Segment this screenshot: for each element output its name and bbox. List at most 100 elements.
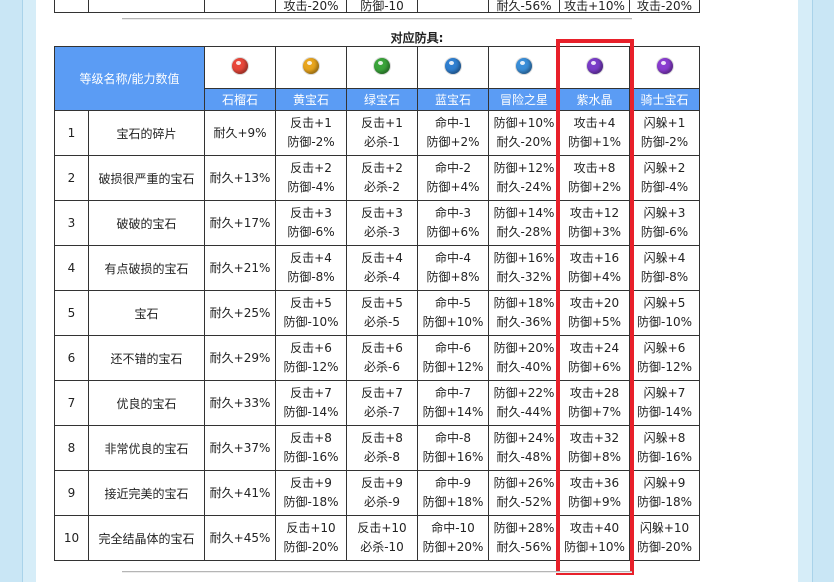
stat-line: 反击+3 <box>290 206 332 220</box>
stat-line: 防御-12% <box>637 360 693 374</box>
level-number: 9 <box>54 470 89 516</box>
stat-cell: 闪躲+7 防御-14% <box>629 380 701 426</box>
yellow-gem-icon <box>303 58 320 74</box>
table-row: 1 宝石的碎片 耐久+9% 反击+1 防御-2% 反击+1 必杀-1 命中-1 防御+2% 防御+… <box>54 110 701 156</box>
stat-line: 必杀-4 <box>364 270 400 284</box>
stat-cell: 反击+1 防御-2% <box>275 110 348 156</box>
stat-line: 防御-18% <box>283 495 339 509</box>
stat-line: 防御-8% <box>287 270 335 284</box>
stat-cell: 命中-3 防御+6% <box>417 200 490 246</box>
stat-line: 闪躲+6 <box>643 341 686 355</box>
stat-line: 防御+10% <box>564 540 625 554</box>
stat-cell: 命中-9 防御+18% <box>417 470 490 516</box>
stat-line: 攻击+36 <box>569 476 620 490</box>
level-number: 10 <box>54 515 89 561</box>
stat-line: 闪躲+1 <box>643 116 686 130</box>
stat-cell: 反击+10 防御-20% <box>275 515 348 561</box>
stat-line: 防御+9% <box>567 495 622 509</box>
gem-name-header: 骑士宝石 <box>629 88 701 111</box>
prev-cell <box>54 0 89 13</box>
stat-line: 防御-20% <box>283 540 339 554</box>
stat-cell: 命中-10 防御+20% <box>417 515 490 561</box>
stat-line: 命中-7 <box>435 386 471 400</box>
section-title: 对应防具: <box>390 31 444 45</box>
stat-line: 防御+14% <box>493 206 555 220</box>
stat-line: 必杀-1 <box>364 135 400 149</box>
stat-line: 防御-18% <box>637 495 693 509</box>
stat-line: 耐久+21% <box>209 260 271 275</box>
stat-line: 攻击+40 <box>569 521 620 535</box>
stat-line: 命中-9 <box>435 476 471 490</box>
stat-line: 耐久-36% <box>496 315 552 329</box>
stat-line: 反击+2 <box>361 161 403 175</box>
stat-cell: 攻击+24 防御+6% <box>559 335 631 381</box>
stat-line: 攻击+28 <box>569 386 620 400</box>
stat-cell: 反击+8 必杀-8 <box>346 425 419 471</box>
stat-line: 反击+1 <box>361 116 403 130</box>
stat-cell: 防御+14% 耐久-28% <box>488 200 561 246</box>
stat-cell: 防御+10% 耐久-20% <box>488 110 561 156</box>
stat-line: 防御+20% <box>493 341 555 355</box>
stat-line: 攻击+16 <box>569 251 620 265</box>
stat-line: 闪躲+8 <box>643 431 686 445</box>
level-number: 7 <box>54 380 89 426</box>
prev-cell: 防御-10 <box>346 0 418 13</box>
stat-line: 反击+2 <box>290 161 332 175</box>
stat-cell: 命中-8 防御+16% <box>417 425 490 471</box>
stat-line: 防御+12% <box>493 161 555 175</box>
stat-cell: 反击+4 必杀-4 <box>346 245 419 291</box>
stat-line: 防御+2% <box>567 180 622 194</box>
stat-line: 防御-2% <box>287 135 335 149</box>
stat-line: 反击+8 <box>290 431 332 445</box>
stat-line: 防御-4% <box>287 180 335 194</box>
stat-line: 防御-4% <box>640 180 689 194</box>
stat-line: 必杀-2 <box>364 180 400 194</box>
stat-line: 耐久-56% <box>496 540 552 554</box>
gem-name-header: 石榴石 <box>204 88 277 111</box>
stat-line: 防御+7% <box>567 405 622 419</box>
level-name: 优良的宝石 <box>87 380 206 426</box>
level-name: 宝石的碎片 <box>87 110 206 156</box>
table-row: 10 完全结晶体的宝石 耐久+45% 反击+10 防御-20% 反击+10 必杀-10 命中-… <box>54 515 701 561</box>
stat-line: 防御+8% <box>567 450 622 464</box>
stat-line: 耐久-28% <box>496 225 552 239</box>
stat-cell: 闪躲+2 防御-4% <box>629 155 701 201</box>
stat-line: 防御-8% <box>640 270 689 284</box>
stat-line: 防御+14% <box>422 405 484 419</box>
stat-line: 防御-6% <box>640 225 689 239</box>
stat-line: 耐久-20% <box>496 135 552 149</box>
stat-line: 攻击+24 <box>569 341 620 355</box>
stat-cell: 闪躲+10 防御-20% <box>629 515 701 561</box>
stat-line: 防御+28% <box>493 521 555 535</box>
stat-line: 反击+4 <box>361 251 403 265</box>
prev-cell: 耐久-56% <box>488 0 560 13</box>
stat-cell: 攻击+12 防御+3% <box>559 200 631 246</box>
gem-name-header: 黄宝石 <box>275 88 348 111</box>
table-row: 2 破损很严重的宝石 耐久+13% 反击+2 防御-4% 反击+2 必杀-2 命中-2 防御+4… <box>54 155 701 201</box>
stat-line: 必杀-9 <box>364 495 400 509</box>
stat-line: 防御+18% <box>422 495 484 509</box>
stat-line: 防御+10% <box>493 116 555 130</box>
divider-top <box>122 18 632 20</box>
amethyst-icon <box>586 58 603 74</box>
stat-line: 命中-4 <box>435 251 471 265</box>
level-name: 破损很严重的宝石 <box>87 155 206 201</box>
stat-line: 防御+16% <box>422 450 484 464</box>
stat-line: 命中-3 <box>435 206 471 220</box>
level-name: 宝石 <box>87 290 206 336</box>
table-row: 9 接近完美的宝石 耐久+41% 反击+9 防御-18% 反击+9 必杀-9 命中-9 防御+1… <box>54 470 701 516</box>
stat-line: 必杀-7 <box>364 405 400 419</box>
stat-cell: 反击+10 必杀-10 <box>346 515 419 561</box>
adventure-star-icon <box>516 58 533 74</box>
stat-cell: 攻击+16 防御+4% <box>559 245 631 291</box>
level-number: 6 <box>54 335 89 381</box>
gem-icon-cell <box>629 46 701 89</box>
stat-line: 耐久+13% <box>209 170 271 185</box>
green-gem-icon <box>374 58 391 74</box>
stat-line: 命中-8 <box>435 431 471 445</box>
prev-cell: 攻击-20% <box>275 0 347 13</box>
stat-cell: 闪躲+8 防御-16% <box>629 425 701 471</box>
stat-line: 攻击+32 <box>569 431 620 445</box>
table-row: 5 宝石 耐久+25% 反击+5 防御-10% 反击+5 必杀-5 命中-5 防御+10% 防御+… <box>54 290 701 336</box>
stat-cell: 反击+4 防御-8% <box>275 245 348 291</box>
